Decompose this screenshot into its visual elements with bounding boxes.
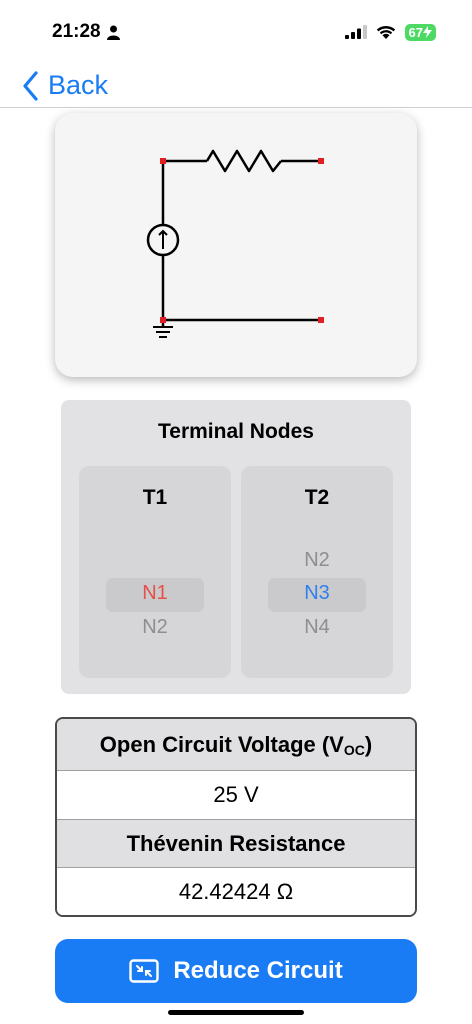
terminal-2-picker[interactable]: T2 N2 N3 N4 xyxy=(241,466,393,678)
ground-icon xyxy=(153,326,173,338)
node-top-right xyxy=(318,158,324,164)
picker-option[interactable]: N2 xyxy=(241,549,393,572)
terminal-nodes-panel: Terminal Nodes T1 N1 N2 T2 N2 N3 N4 xyxy=(61,400,411,694)
voc-subscript: OC xyxy=(343,741,365,758)
circuit-diagram[interactable] xyxy=(55,113,417,377)
home-indicator xyxy=(168,1010,304,1015)
voc-header: Open Circuit Voltage (V OC) xyxy=(57,719,415,771)
voc-value: 25 V xyxy=(213,782,259,807)
back-label: Back xyxy=(48,70,109,100)
reduce-label: Reduce Circuit xyxy=(173,957,343,984)
clock-text: 21:28 xyxy=(52,21,101,42)
status-bar: 21:28 67 xyxy=(0,0,472,64)
voc-label: Open Circuit Voltage (V xyxy=(99,731,344,757)
status-indicators: 67 xyxy=(344,23,436,41)
navigation-bar: Back xyxy=(0,64,472,108)
chevron-left-icon xyxy=(23,70,38,101)
results-table: Open Circuit Voltage (V OC) 25 V Thévenin… xyxy=(55,717,417,917)
picker-option-selected[interactable]: N1 xyxy=(79,582,231,605)
voc-label-close: ) xyxy=(364,731,373,757)
picker-header-t1: T1 xyxy=(142,486,168,509)
terminal-1-picker[interactable]: T1 N1 N2 xyxy=(79,466,231,678)
rth-value: 42.42424 Ω xyxy=(178,878,294,904)
current-arrow xyxy=(158,229,168,249)
status-time: 21:28 xyxy=(52,21,120,43)
resistor xyxy=(205,149,282,173)
rth-value-row: 42.42424 Ω xyxy=(57,868,415,915)
panel-title: Terminal Nodes xyxy=(158,420,314,443)
rth-label: Thévenin Resistance xyxy=(126,830,346,856)
reduce-circuit-button[interactable]: Reduce Circuit xyxy=(55,939,417,1003)
node-top-left xyxy=(160,158,166,164)
picker-option-selected[interactable]: N3 xyxy=(241,582,393,605)
picker-option[interactable]: N4 xyxy=(241,616,393,639)
node-bottom-left xyxy=(160,317,166,323)
picker-option[interactable]: N2 xyxy=(79,616,231,639)
back-button[interactable]: Back xyxy=(22,70,108,101)
signal-icon xyxy=(344,25,367,39)
battery-level: 67 xyxy=(408,24,423,40)
reduce-icon xyxy=(129,959,160,983)
circuit-diagram-card[interactable] xyxy=(55,113,417,377)
person-icon xyxy=(106,25,120,40)
picker-header-t2: T2 xyxy=(304,486,330,509)
battery-indicator: 67 xyxy=(404,23,436,41)
wifi-icon xyxy=(376,25,395,39)
voc-value-row: 25 V xyxy=(57,771,415,820)
node-bottom-right xyxy=(318,317,324,323)
charging-bolt-icon xyxy=(423,26,432,38)
rth-header: Thévenin Resistance xyxy=(57,820,415,868)
